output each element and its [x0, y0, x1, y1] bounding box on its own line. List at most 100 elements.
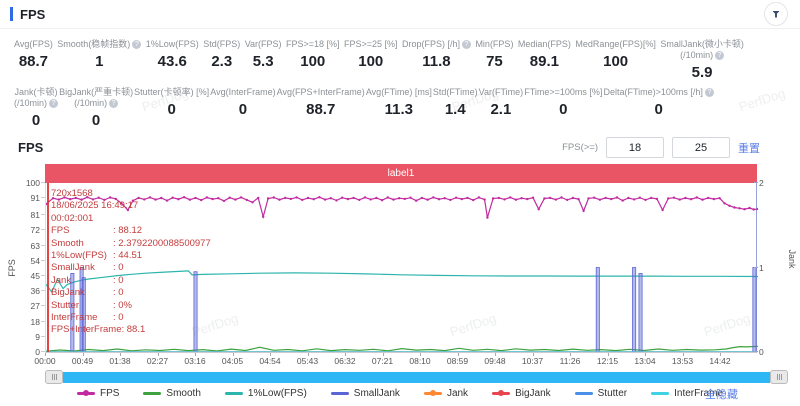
stat-value: 88.7 [18, 53, 49, 70]
stat-value: 75 [486, 53, 503, 70]
panel-header: FPS [0, 0, 800, 29]
stat-r1-6: FPS>=25 [%] 100 [344, 39, 398, 70]
stat-value: 2.1 [490, 101, 512, 118]
stat-value: 1 [95, 53, 104, 70]
stat-r2-0: Jank(卡顿) (/10min)? 0 [14, 87, 59, 129]
x-axis-tick: 01:38 [109, 356, 131, 366]
stat-label: Smooth(稳帧指数)? [57, 39, 142, 50]
y-axis-tick: 91 [16, 193, 45, 203]
stat-value: 11.3 [384, 101, 414, 118]
help-icon[interactable]: ? [132, 40, 142, 49]
funnel-icon [772, 10, 780, 18]
stat-r1-9: Median(FPS) 89.1 [518, 39, 571, 70]
plot-canvas[interactable]: 720x1568 18/06/2025 16:49:17 00:02:001 F… [7, 178, 797, 357]
hide-all-link[interactable]: 全隐藏 [705, 386, 738, 402]
legend-label: BigJank [515, 387, 551, 399]
chart-scrollbar[interactable] [45, 370, 788, 384]
y-axis-tick: 9 [16, 332, 45, 342]
legend-item-smalljank[interactable]: SmallJank [330, 387, 400, 399]
x-axis-labels: 00:00 00:49 01:38 02:27 03:16 04:05 04:54 05:43… [34, 353, 757, 368]
help-icon[interactable]: ? [715, 51, 725, 60]
stat-r2-5: Avg(FTime) [ms] 11.3 [366, 87, 432, 118]
y-axis-tick: 54 [16, 256, 45, 266]
x-axis-tick: 14:42 [709, 356, 731, 366]
x-axis-tick: 07:21 [371, 356, 394, 366]
stat-value: 43.6 [157, 53, 187, 70]
accent-bar [10, 7, 13, 21]
help-icon[interactable]: ? [49, 99, 59, 108]
legend-marker [423, 390, 442, 396]
perfdog-fps-panel: FPS Avg(FPS) 88.7 Smooth(稳帧指数)? 1 1%Low(FPS)… [0, 0, 800, 406]
stat-r1-8: Min(FPS) 75 [475, 39, 513, 70]
legend-marker [651, 391, 670, 395]
jank-axis-tick: 0 [754, 347, 773, 357]
legend-label: SmallJank [353, 387, 400, 399]
x-axis-tick: 04:05 [221, 356, 244, 366]
stat-r1-7: Drop(FPS) [/h]? 11.8 [402, 39, 471, 70]
stat-value: 0 [654, 101, 663, 118]
y-axis-tick: 63 [16, 241, 45, 251]
stat-r1-11: SmallJank(微小卡顿) (/10min)? 5.9 [660, 39, 744, 81]
stat-label: Avg(FPS+InterFrame) [276, 87, 365, 97]
scrollbar-track[interactable] [63, 371, 770, 383]
stats-row-1: Avg(FPS) 88.7 Smooth(稳帧指数)? 1 1%Low(FPS) 43.6… [0, 29, 800, 81]
y-axis-tick: 100 [16, 178, 45, 188]
stat-value: 100 [358, 53, 384, 70]
help-icon[interactable]: ? [109, 99, 119, 108]
stat-r1-4: Var(FPS) 5.3 [245, 39, 282, 70]
y-axis-tick: 27 [16, 301, 45, 311]
legend-item-fps[interactable]: FPS [76, 388, 119, 399]
chart-area[interactable]: label1 720x1568 18/06/2025 16:49:17 00:0… [7, 164, 797, 368]
stat-label: FPS>=18 [%] [286, 39, 340, 49]
stat-label: BigJank(严重卡顿) (/10min)? [59, 87, 134, 108]
y-axis-tick: 18 [16, 317, 45, 327]
scrollbar-left-handle[interactable] [45, 370, 63, 384]
crosshair-line [47, 183, 49, 352]
chart-lines [46, 196, 758, 352]
fps-threshold-input-2[interactable] [672, 137, 730, 158]
legend-item-stutter[interactable]: Stutter [574, 387, 628, 399]
legend-marker [224, 391, 243, 395]
x-axis-tick: 00:00 [34, 356, 56, 366]
stat-r1-0: Avg(FPS) 88.7 [14, 39, 53, 70]
panel-title: FPS [20, 6, 46, 22]
stat-label: Median(FPS) [517, 39, 571, 49]
legend-label: Jank [446, 387, 469, 399]
legend-label: Stutter [597, 387, 628, 399]
reset-link[interactable]: 重置 [738, 140, 760, 156]
stat-label: SmallJank(微小卡顿) (/10min)? [660, 39, 744, 60]
x-axis-tick: 02:27 [146, 356, 169, 366]
stat-r2-8: FTime>=100ms [%] 0 [524, 87, 602, 118]
x-axis-tick: 06:32 [334, 356, 356, 366]
fps-threshold-input-1[interactable] [606, 137, 664, 158]
stat-value: 0 [559, 101, 568, 118]
legend-marker [574, 391, 593, 395]
stat-label: Stutter(卡顿率) [%] [134, 87, 210, 97]
filter-button[interactable] [764, 2, 788, 26]
legend-item-1-low-fps-[interactable]: 1%Low(FPS) [224, 388, 307, 399]
legend-item-bigjank[interactable]: BigJank [492, 388, 551, 399]
stat-value: 5.3 [252, 53, 274, 70]
legend-marker [143, 391, 162, 395]
chart-legend: FPS Smooth 1%Low(FPS) SmallJank Jank BigJank S… [0, 385, 800, 401]
label-banner: label1 [45, 164, 757, 183]
chart-title: FPS [18, 140, 44, 155]
stat-r1-10: MedRange(FPS)[%] 100 [575, 39, 656, 70]
right-axis-title: Jank [787, 249, 797, 269]
y-axis-tick: 81 [16, 210, 45, 220]
stat-label: Std(FTime) [432, 87, 478, 97]
scrollbar-right-handle[interactable] [770, 370, 788, 384]
legend-item-jank[interactable]: Jank [423, 387, 469, 399]
legend-item-smooth[interactable]: Smooth [143, 388, 201, 399]
y-axis-tick: 36 [16, 286, 45, 296]
stat-value: 100 [300, 53, 326, 70]
stat-r2-3: Avg(InterFrame) 0 [210, 87, 275, 118]
stat-label: Min(FPS) [475, 39, 514, 49]
stat-r2-4: Avg(FPS+InterFrame) 88.7 [277, 87, 365, 118]
stat-r2-7: Var(FTime) 2.1 [479, 87, 524, 118]
help-icon[interactable]: ? [704, 88, 714, 97]
stat-r2-6: Std(FTime) 1.4 [433, 87, 478, 118]
help-icon[interactable]: ? [461, 40, 471, 49]
stat-r1-1: Smooth(稳帧指数)? 1 [57, 39, 142, 70]
stat-label: Avg(FPS) [14, 39, 53, 49]
